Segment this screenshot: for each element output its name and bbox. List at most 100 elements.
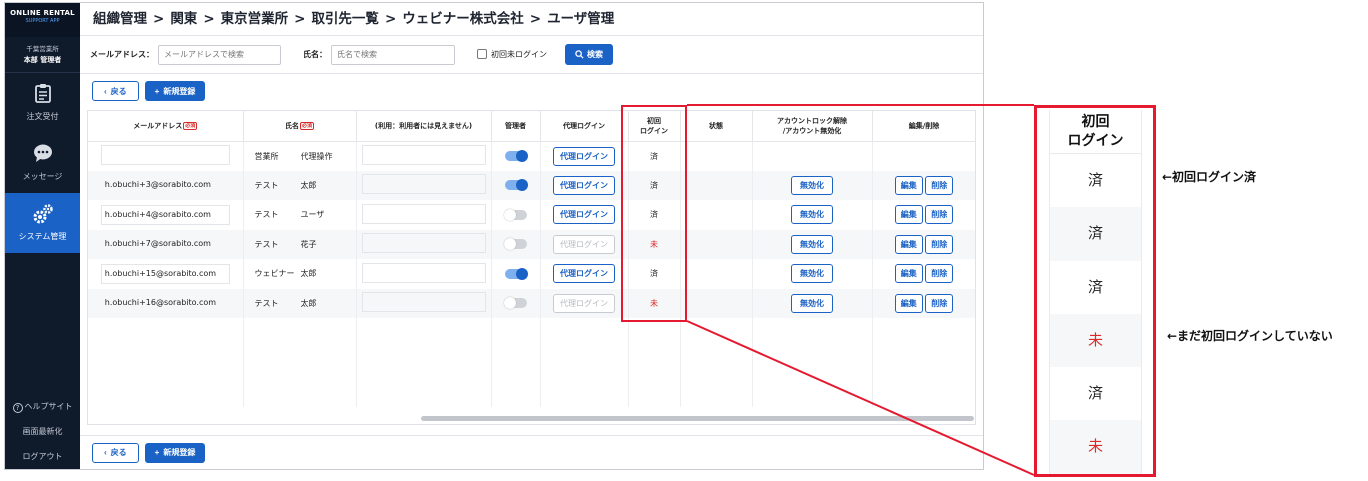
user-table: メールアドレス 必須 氏名 必須 (利用：利用者には見えません) 管理者 代理ログイ… <box>88 111 975 407</box>
new-register-button[interactable]: + 新規登録 <box>144 442 206 463</box>
email-field[interactable]: h.obuchi+16@sorabito.com <box>100 293 230 314</box>
first-name-field[interactable]: 太郎 <box>301 180 345 191</box>
header-memo[interactable]: (利用：利用者には見えません) <box>356 111 492 142</box>
disable-account-button[interactable]: 無効化 <box>791 205 833 225</box>
first-name-field[interactable]: 太郎 <box>301 268 345 279</box>
email-search-input[interactable] <box>158 44 281 65</box>
proxy-login-button[interactable]: 代理ログイン <box>553 264 615 284</box>
memo-field[interactable] <box>361 174 486 195</box>
memo-field[interactable] <box>361 145 486 165</box>
proxy-login-button[interactable]: 代理ログイン <box>553 146 615 166</box>
edit-button[interactable]: 編集 <box>894 175 923 195</box>
sidebar-bottom-links: ? ヘルプサイト 画面最新化 ログアウト <box>5 394 80 469</box>
header-edit-delete[interactable]: 編集/削除 <box>872 111 975 142</box>
cell-status <box>680 141 753 171</box>
email-field[interactable]: h.obuchi+7@sorabito.com <box>100 234 230 255</box>
header-admin[interactable]: 管理者 <box>491 111 541 142</box>
disable-account-button[interactable]: 無効化 <box>791 264 833 284</box>
help-icon: ? <box>12 403 23 413</box>
memo-field[interactable] <box>361 262 486 283</box>
breadcrumb-item[interactable]: ウェビナー株式会社 <box>402 11 524 27</box>
first-name-field[interactable]: 太郎 <box>301 298 345 309</box>
last-name-field[interactable]: 営業所 <box>255 151 299 162</box>
header-lock-line2: /アカウント無効化 <box>782 126 842 135</box>
delete-button[interactable]: 削除 <box>925 234 954 254</box>
logout-link[interactable]: ログアウト <box>5 444 80 469</box>
cell-memo <box>356 229 492 259</box>
last-name-field[interactable]: ウェビナー <box>255 268 299 279</box>
first-login-filter[interactable]: 初回未ログイン <box>477 49 547 60</box>
email-field[interactable]: h.obuchi+15@sorabito.com <box>100 263 230 284</box>
last-name-field[interactable]: テスト <box>255 180 299 191</box>
search-button[interactable]: 検索 <box>565 44 613 65</box>
admin-toggle[interactable] <box>503 297 527 310</box>
sidebar: ONLINE RENTAL SUPPORT APP 千葉営業所 本部 管理者 注… <box>5 3 80 469</box>
header-account-lock[interactable]: アカウントロック解除/アカウント無効化 <box>752 111 873 142</box>
proxy-login-button[interactable]: 代理ログイン <box>553 234 615 254</box>
cell-email: h.obuchi+3@sorabito.com <box>88 170 244 200</box>
horizontal-scrollbar[interactable] <box>421 416 974 421</box>
plus-icon: + <box>154 448 160 457</box>
last-name-field[interactable]: テスト <box>255 209 299 220</box>
first-name-field[interactable]: ユーザ <box>301 209 345 220</box>
sidebar-item-messages[interactable]: メッセージ <box>5 133 80 193</box>
delete-button[interactable]: 削除 <box>925 175 954 195</box>
header-proxy-login[interactable]: 代理ログイン <box>540 111 629 142</box>
chevron-left-icon: ‹ <box>104 448 107 457</box>
new-register-button[interactable]: + 新規登録 <box>144 81 206 101</box>
header-status[interactable]: 状態 <box>680 111 753 142</box>
admin-toggle[interactable] <box>504 179 528 192</box>
checkbox[interactable] <box>477 49 487 59</box>
memo-field[interactable] <box>361 203 486 224</box>
admin-toggle[interactable] <box>503 238 527 251</box>
help-site-link[interactable]: ? ヘルプサイト <box>5 394 80 419</box>
breadcrumb-item[interactable]: 組織管理 <box>93 11 147 27</box>
header-email[interactable]: メールアドレス 必須 <box>88 111 244 142</box>
edit-button[interactable]: 編集 <box>894 234 923 254</box>
breadcrumb-item[interactable]: 取引先一覧 <box>311 11 379 27</box>
table-row: h.obuchi+3@sorabito.com テスト 太郎 代理ログイン済無効化 編集… <box>88 170 975 200</box>
proxy-login-button[interactable]: 代理ログイン <box>553 293 615 313</box>
back-button[interactable]: ‹ 戻る <box>92 81 139 101</box>
admin-toggle[interactable] <box>504 150 528 162</box>
delete-button[interactable]: 削除 <box>925 293 954 313</box>
email-field[interactable]: h.obuchi+3@sorabito.com <box>100 175 230 196</box>
header-name[interactable]: 氏名 必須 <box>243 111 357 142</box>
cell-edit-delete: 編集 削除 <box>872 170 975 200</box>
name-search-input[interactable] <box>331 44 455 65</box>
sidebar-item-orders[interactable]: 注文受付 <box>5 73 80 133</box>
sidebar-item-system[interactable]: システム管理 <box>5 193 80 253</box>
table-row-empty <box>88 377 975 407</box>
delete-button[interactable]: 削除 <box>925 264 954 284</box>
last-name-field[interactable]: テスト <box>255 298 299 309</box>
email-field[interactable]: h.obuchi+4@sorabito.com <box>100 204 230 225</box>
delete-button[interactable]: 削除 <box>925 205 954 225</box>
first-name-field[interactable]: 花子 <box>301 239 345 250</box>
cell-memo <box>356 170 492 200</box>
cell-proxy-login: 代理ログイン <box>540 229 629 259</box>
back-button[interactable]: ‹ 戻る <box>92 442 139 463</box>
zoom-cells: 済済済未済未 <box>1050 154 1141 474</box>
edit-button[interactable]: 編集 <box>894 293 923 313</box>
memo-field[interactable] <box>361 292 486 313</box>
disable-account-button[interactable]: 無効化 <box>791 293 833 313</box>
edit-button[interactable]: 編集 <box>894 205 923 225</box>
cell-name: テスト 花子 <box>243 229 357 259</box>
user-org: 千葉営業所 <box>26 45 59 53</box>
app-logo[interactable]: ONLINE RENTAL SUPPORT APP <box>5 3 80 37</box>
breadcrumb-item[interactable]: 関東 <box>170 11 197 27</box>
last-name-field[interactable]: テスト <box>255 239 299 250</box>
admin-toggle[interactable] <box>504 267 528 280</box>
header-email-label: メールアドレス <box>133 121 183 130</box>
edit-button[interactable]: 編集 <box>894 264 923 284</box>
memo-field[interactable] <box>361 233 486 254</box>
refresh-screen-link[interactable]: 画面最新化 <box>5 419 80 444</box>
proxy-login-button[interactable]: 代理ログイン <box>553 205 615 225</box>
disable-account-button[interactable]: 無効化 <box>791 234 833 254</box>
admin-toggle[interactable] <box>503 208 527 221</box>
disable-account-button[interactable]: 無効化 <box>791 175 833 195</box>
proxy-login-button[interactable]: 代理ログイン <box>553 175 615 195</box>
first-name-field[interactable]: 代理操作 <box>301 151 345 162</box>
breadcrumb-item[interactable]: 東京営業所 <box>221 11 289 27</box>
email-field[interactable] <box>100 145 230 165</box>
